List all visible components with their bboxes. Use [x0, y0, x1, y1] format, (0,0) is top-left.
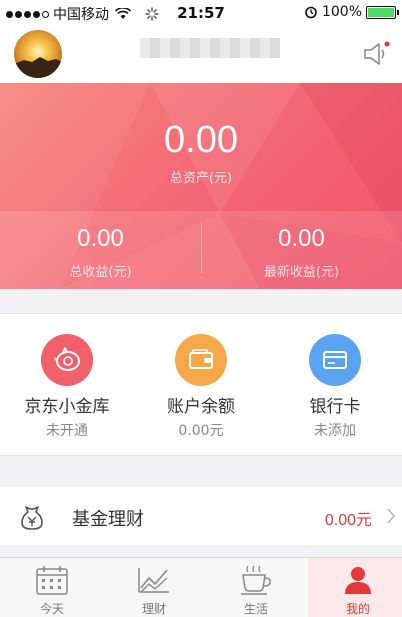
tab-label: 今天 — [39, 602, 64, 616]
quick-action-title: 京东小金库 — [24, 397, 110, 417]
tab-bar: 今天 理财 生活 我的 — [0, 557, 402, 617]
notification-dot — [384, 41, 390, 47]
sunset-avatar-icon — [14, 30, 62, 78]
tab-life[interactable]: 生活 — [206, 558, 306, 617]
earnings-row: 0.00 总收益(元) 0.00 最新收益(元) — [0, 211, 402, 289]
quick-action-balance[interactable]: 账户余额 0.00元 — [134, 314, 268, 457]
username-masked — [140, 38, 280, 58]
battery-percent: 100% — [321, 4, 362, 20]
quick-action-title: 账户余额 — [167, 397, 235, 417]
chart-icon — [138, 568, 169, 593]
tab-mine[interactable]: 我的 — [308, 558, 402, 617]
card-icon — [309, 334, 361, 386]
alarm-icon — [305, 6, 317, 19]
quick-actions: 京东小金库 未开通 账户余额 0.00元 银行卡 未添加 — [0, 313, 402, 456]
quick-action-title: 银行卡 — [309, 397, 361, 417]
coffee-icon — [241, 565, 271, 595]
total-assets-label: 总资产(元) — [169, 171, 233, 186]
tab-label: 生活 — [243, 602, 268, 616]
assets-card[interactable]: 0.00 总资产(元) 0.00 总收益(元) 0.00 最新收益(元) — [0, 83, 402, 289]
latest-earnings-value: 0.00 — [278, 225, 325, 252]
tab-label: 我的 — [345, 602, 370, 616]
quick-action-subtitle: 未添加 — [314, 423, 356, 439]
calendar-icon — [36, 566, 68, 595]
total-assets-value: 0.00 — [164, 119, 238, 161]
battery-icon — [366, 5, 399, 19]
status-right: 100% — [304, 4, 399, 20]
tab-today[interactable]: 今天 — [2, 558, 102, 617]
user-icon — [345, 567, 371, 594]
header — [0, 26, 402, 83]
total-earnings[interactable]: 0.00 总收益(元) — [0, 211, 201, 289]
fund-label: 基金理财 — [72, 509, 144, 530]
quick-action-subtitle: 未开通 — [46, 423, 88, 439]
battery-fill — [368, 7, 394, 17]
fund-bag-icon — [21, 506, 43, 530]
quick-action-bank-card[interactable]: 银行卡 未添加 — [268, 314, 402, 457]
piggy-bank-icon — [41, 334, 93, 386]
total-earnings-value: 0.00 — [77, 225, 124, 252]
avatar[interactable] — [14, 30, 62, 78]
tab-finance[interactable]: 理财 — [104, 558, 204, 617]
latest-earnings-label: 最新收益(元) — [263, 265, 340, 280]
status-bar: 中国移动 21:57 100% — [0, 0, 402, 26]
fund-value: 0.00元 — [324, 512, 372, 529]
quick-action-subtitle: 0.00元 — [178, 423, 224, 439]
quick-action-jd-vault[interactable]: 京东小金库 未开通 — [0, 314, 134, 457]
tab-label: 理财 — [141, 602, 166, 616]
fund-row[interactable]: 基金理财 0.00元 — [0, 485, 402, 547]
total-earnings-label: 总收益(元) — [69, 265, 132, 280]
wallet-icon — [175, 334, 227, 386]
chevron-right-icon — [387, 508, 396, 524]
speaker-icon[interactable] — [362, 40, 392, 68]
total-assets: 0.00 总资产(元) — [0, 83, 402, 211]
latest-earnings[interactable]: 0.00 最新收益(元) — [201, 211, 402, 289]
